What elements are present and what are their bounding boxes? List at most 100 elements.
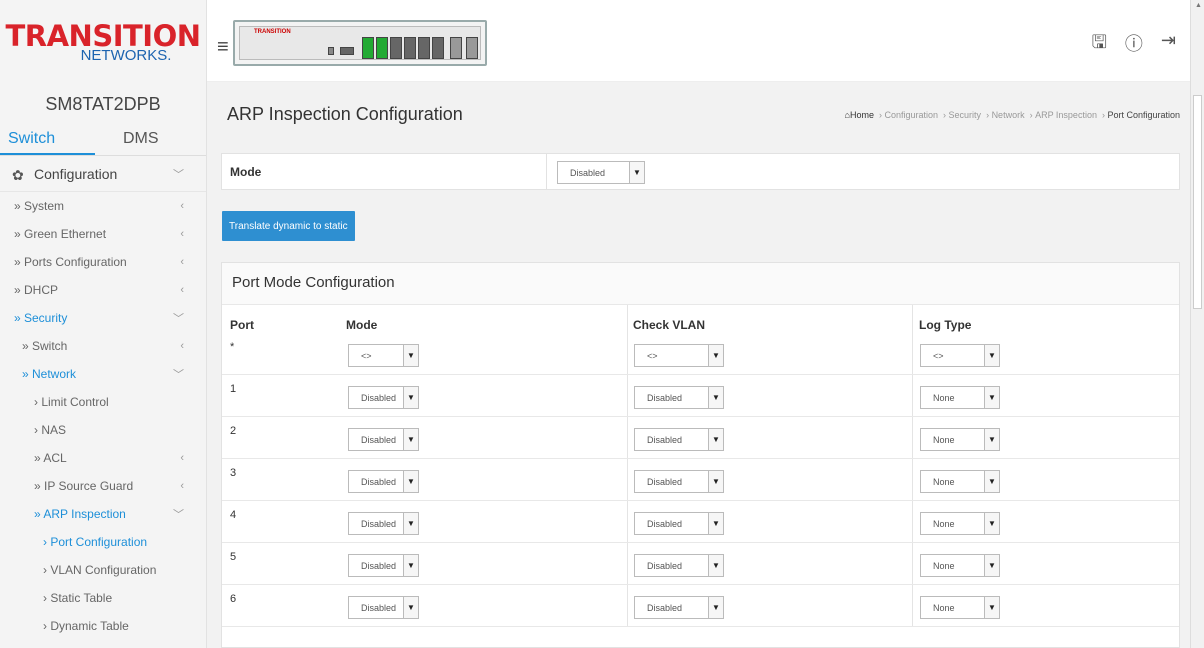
sidebar-item-nas[interactable]: › NAS: [0, 416, 206, 444]
sidebar-item-limit-control[interactable]: › Limit Control: [0, 388, 206, 416]
mode-select[interactable]: Disabled ▼: [348, 428, 419, 451]
tab-switch[interactable]: Switch: [0, 130, 95, 155]
column-divider: [627, 585, 628, 626]
log-type-select[interactable]: None ▼: [920, 386, 1000, 409]
sidebar-item-dhcp[interactable]: » DHCP ‹: [0, 276, 206, 304]
sidebar-item-green-ethernet[interactable]: » Green Ethernet ‹: [0, 220, 206, 248]
top-bar: ≡ TRANSITION 🖫 ⓘ ⇥: [207, 0, 1190, 82]
breadcrumb-item[interactable]: Configuration: [885, 110, 939, 120]
sidebar: TRANSITION NETWORKS. SM8TAT2DPB Switch D…: [0, 0, 207, 648]
breadcrumb-home[interactable]: Home: [850, 110, 874, 120]
mode-select[interactable]: Disabled ▼: [348, 512, 419, 535]
mode-select[interactable]: <> ▼: [348, 344, 419, 367]
breadcrumb-item[interactable]: Security: [949, 110, 982, 120]
chevron-down-icon: ▼: [403, 513, 418, 534]
sidebar-item-label: » IP Source Guard: [34, 479, 134, 493]
sidebar-item-switch[interactable]: » Switch ‹: [0, 332, 206, 360]
page-header: ARP Inspection Configuration ⌂Home › Con…: [207, 82, 1190, 142]
chevron-down-icon: ▼: [403, 471, 418, 492]
page-title: ARP Inspection Configuration: [227, 104, 463, 124]
sidebar-item-label: » ACL: [34, 451, 67, 465]
column-divider: [627, 333, 628, 374]
device-name: SM8TAT2DPB: [45, 94, 161, 114]
sidebar-item-ip-source-guard[interactable]: » IP Source Guard ‹: [0, 472, 206, 500]
global-mode-select[interactable]: Disabled ▼: [557, 161, 645, 184]
save-icon[interactable]: 🖫: [1092, 30, 1107, 60]
chevron-down-icon: ▼: [403, 555, 418, 576]
chevron-down-icon: ▼: [629, 162, 644, 183]
log-type-select[interactable]: <> ▼: [920, 344, 1000, 367]
check-vlan-select[interactable]: Disabled ▼: [634, 428, 724, 451]
sidebar-item-arp-inspection[interactable]: » ARP Inspection ﹀: [0, 500, 206, 528]
sidebar-item-label: › Dynamic Table: [43, 619, 129, 633]
breadcrumb-item[interactable]: Network: [992, 110, 1025, 120]
chevron-down-icon: ▼: [984, 429, 999, 450]
column-header-mode: Mode: [346, 318, 378, 332]
table-row: * <> ▼ <> ▼ <> ▼: [222, 333, 1179, 375]
sidebar-item-network[interactable]: » Network ﹀: [0, 360, 206, 388]
logo-brand: TRANSITION: [5, 18, 202, 53]
mode-select[interactable]: Disabled ▼: [348, 554, 419, 577]
check-vlan-select[interactable]: Disabled ▼: [634, 470, 724, 493]
check-vlan-select[interactable]: Disabled ▼: [634, 554, 724, 577]
sidebar-item-acl[interactable]: » ACL ‹: [0, 444, 206, 472]
mode-select[interactable]: Disabled ▼: [348, 386, 419, 409]
log-type-select[interactable]: None ▼: [920, 596, 1000, 619]
breadcrumb: ⌂Home › Configuration › Security › Netwo…: [844, 110, 1180, 120]
chevron-left-icon: ‹: [180, 452, 184, 464]
select-value: None: [933, 560, 955, 571]
chevron-down-icon: ▼: [708, 597, 723, 618]
vertical-scrollbar[interactable]: ▲: [1190, 0, 1204, 648]
select-value: None: [933, 518, 955, 529]
hamburger-icon[interactable]: ≡: [217, 36, 229, 59]
translate-dynamic-button[interactable]: Translate dynamic to static: [222, 211, 355, 241]
column-divider: [627, 375, 628, 416]
sidebar-item-security[interactable]: » Security ﹀: [0, 304, 206, 332]
log-type-select[interactable]: None ▼: [920, 554, 1000, 577]
check-vlan-select[interactable]: Disabled ▼: [634, 386, 724, 409]
select-value: Disabled: [647, 392, 683, 403]
tab-dms[interactable]: DMS: [95, 130, 159, 155]
chevron-down-icon: ▼: [708, 513, 723, 534]
help-icon[interactable]: ⓘ: [1125, 30, 1143, 60]
log-type-select[interactable]: None ▼: [920, 512, 1000, 535]
scrollbar-thumb[interactable]: [1193, 95, 1202, 309]
log-type-select[interactable]: None ▼: [920, 428, 1000, 451]
gear-icon: ✿: [12, 166, 24, 183]
select-value: Disabled: [647, 434, 683, 445]
select-value: <>: [361, 350, 372, 361]
select-value: Disabled: [647, 560, 683, 571]
chevron-down-icon: ▼: [984, 513, 999, 534]
sidebar-item-configuration[interactable]: ✿ Configuration ﹀: [0, 156, 206, 192]
sidebar-item-label: › NAS: [34, 423, 67, 437]
sidebar-item-label: › Static Table: [43, 591, 113, 605]
sidebar-item-static-table[interactable]: › Static Table: [0, 584, 206, 612]
column-divider: [912, 501, 913, 542]
sidebar-item-port-configuration[interactable]: › Port Configuration: [0, 528, 206, 556]
column-divider: [627, 459, 628, 500]
port-number: 3: [230, 467, 237, 479]
sidebar-item-dynamic-table[interactable]: › Dynamic Table: [0, 612, 206, 640]
check-vlan-select[interactable]: Disabled ▼: [634, 596, 724, 619]
mode-select[interactable]: Disabled ▼: [348, 596, 419, 619]
device-sfp-port: [466, 37, 478, 59]
log-type-select[interactable]: None ▼: [920, 470, 1000, 493]
sidebar-item-vlan-configuration[interactable]: › VLAN Configuration: [0, 556, 206, 584]
header-icons: 🖫 ⓘ ⇥: [1092, 30, 1176, 60]
logout-icon[interactable]: ⇥: [1161, 30, 1176, 60]
scroll-up-icon[interactable]: ▲: [1195, 2, 1202, 9]
select-value: None: [933, 392, 955, 403]
sidebar-item-system[interactable]: » System ‹: [0, 192, 206, 220]
check-vlan-select[interactable]: <> ▼: [634, 344, 724, 367]
column-divider: [912, 459, 913, 500]
column-header-check-vlan: Check VLAN: [633, 318, 706, 332]
column-divider: [912, 417, 913, 458]
check-vlan-select[interactable]: Disabled ▼: [634, 512, 724, 535]
sidebar-item-ports-configuration[interactable]: » Ports Configuration ‹: [0, 248, 206, 276]
sidebar-item-label: Configuration: [34, 165, 118, 182]
select-value: Disabled: [647, 476, 683, 487]
mode-select[interactable]: Disabled ▼: [348, 470, 419, 493]
column-divider: [627, 543, 628, 584]
breadcrumb-item[interactable]: ARP Inspection: [1035, 110, 1097, 120]
sidebar-item-label: » Security: [14, 311, 68, 325]
